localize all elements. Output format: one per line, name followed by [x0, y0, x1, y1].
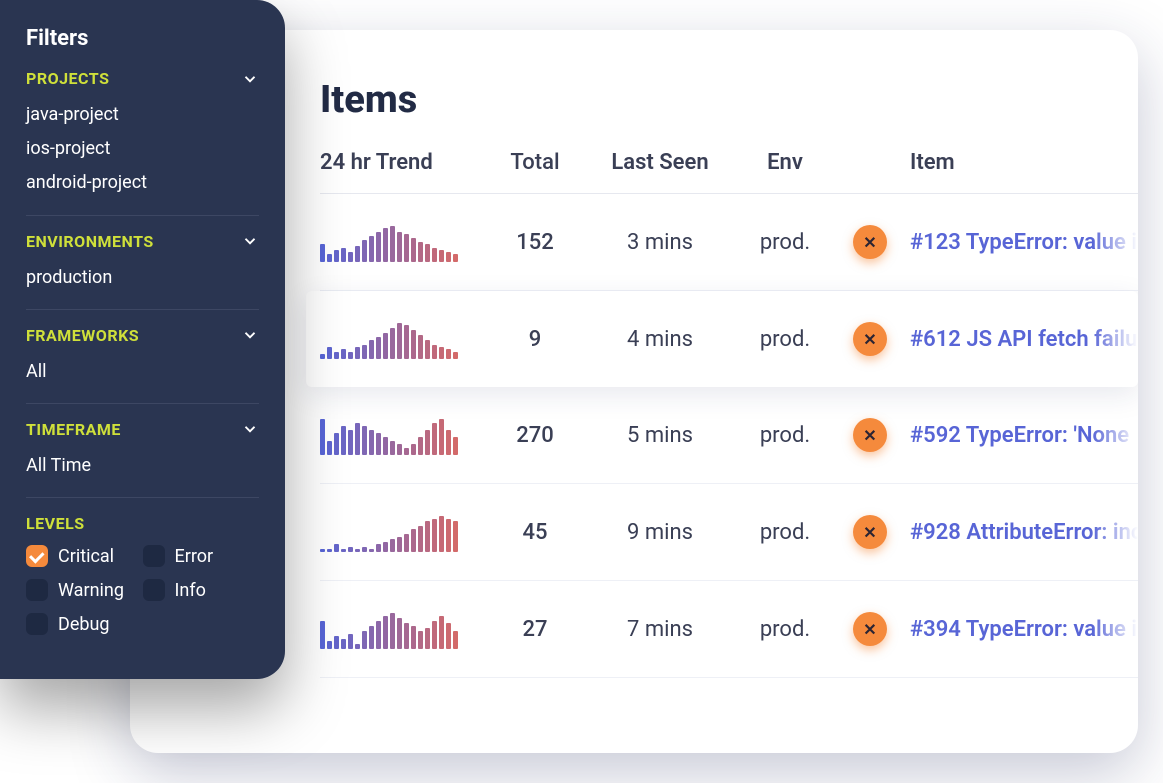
chevron-down-icon: [241, 420, 259, 438]
chevron-down-icon: [241, 232, 259, 250]
trend-sparkline: [320, 609, 480, 649]
table-row[interactable]: 152 3 mins prod. ✕ #123 TypeError: value…: [320, 194, 1138, 291]
level-label: Info: [175, 580, 206, 601]
filter-section-levels: LEVELS Critical Error Warning Info Debug: [26, 497, 259, 649]
error-icon: ✕: [853, 612, 887, 646]
section-header[interactable]: FRAMEWORKS: [26, 326, 259, 345]
section-header[interactable]: PROJECTS: [26, 69, 259, 88]
table-row[interactable]: 27 7 mins prod. ✕ #394 TypeError: value …: [320, 581, 1138, 678]
cell-env: prod.: [740, 423, 830, 448]
col-trend: 24 hr Trend: [320, 150, 480, 175]
cell-last-seen: 3 mins: [590, 230, 730, 255]
cell-last-seen: 9 mins: [590, 520, 730, 545]
col-env: Env: [740, 150, 830, 175]
section-header[interactable]: ENVIRONMENTS: [26, 232, 259, 251]
checkbox-icon: [26, 613, 48, 635]
cell-last-seen: 5 mins: [590, 423, 730, 448]
checkbox-icon: [143, 579, 165, 601]
chevron-down-icon: [241, 70, 259, 88]
section-label: FRAMEWORKS: [26, 326, 139, 345]
cell-total: 27: [490, 617, 580, 642]
filters-sidebar: Filters PROJECTS java-projectios-project…: [0, 0, 285, 679]
col-last: Last Seen: [590, 150, 730, 175]
cell-total: 9: [490, 327, 580, 352]
chevron-down-icon: [241, 326, 259, 344]
trend-sparkline: [320, 319, 480, 359]
filter-section: FRAMEWORKS All: [26, 309, 259, 403]
filter-item[interactable]: production: [26, 261, 259, 295]
cell-total: 152: [490, 230, 580, 255]
error-icon: ✕: [853, 418, 887, 452]
col-item: Item: [910, 150, 1138, 175]
level-label: Critical: [58, 546, 114, 567]
item-link[interactable]: #928 AttributeError: inc: [910, 520, 1138, 545]
cell-total: 270: [490, 423, 580, 448]
item-link[interactable]: #592 TypeError: 'None: [910, 423, 1138, 448]
cell-last-seen: 4 mins: [590, 327, 730, 352]
page-title: Items: [320, 78, 1138, 122]
section-label: ENVIRONMENTS: [26, 232, 154, 251]
error-icon: ✕: [853, 515, 887, 549]
level-checkbox[interactable]: Critical: [26, 545, 143, 567]
item-link[interactable]: #612 JS API fetch failure: [910, 327, 1138, 352]
section-label: PROJECTS: [26, 69, 109, 88]
section-label: TIMEFRAME: [26, 420, 121, 439]
cell-env: prod.: [740, 617, 830, 642]
table-row[interactable]: 9 4 mins prod. ✕ #612 JS API fetch failu…: [306, 291, 1138, 387]
trend-sparkline: [320, 415, 480, 455]
col-total: Total: [490, 150, 580, 175]
filter-section: ENVIRONMENTS production: [26, 215, 259, 309]
checkbox-icon: [143, 545, 165, 567]
level-label: Warning: [58, 580, 124, 601]
table-row[interactable]: 270 5 mins prod. ✕ #592 TypeError: 'None: [320, 387, 1138, 484]
table-header: 24 hr Trend Total Last Seen Env Item: [320, 150, 1138, 194]
cell-env: prod.: [740, 230, 830, 255]
cell-env: prod.: [740, 520, 830, 545]
filter-section: TIMEFRAME All Time: [26, 403, 259, 497]
level-label: Debug: [58, 614, 110, 635]
error-icon: ✕: [853, 322, 887, 356]
section-header-levels[interactable]: LEVELS: [26, 514, 259, 533]
cell-env: prod.: [740, 327, 830, 352]
item-link[interactable]: #123 TypeError: value is: [910, 230, 1138, 255]
section-header[interactable]: TIMEFRAME: [26, 420, 259, 439]
section-label: LEVELS: [26, 514, 85, 533]
error-icon: ✕: [853, 225, 887, 259]
filter-item[interactable]: android-project: [26, 166, 259, 200]
filter-item[interactable]: ios-project: [26, 132, 259, 166]
item-link[interactable]: #394 TypeError: value i: [910, 617, 1138, 642]
level-checkbox[interactable]: Info: [143, 579, 260, 601]
level-checkbox[interactable]: Debug: [26, 613, 143, 635]
checkbox-icon: [26, 579, 48, 601]
col-status: [840, 150, 900, 175]
level-checkbox[interactable]: Error: [143, 545, 260, 567]
filter-item[interactable]: java-project: [26, 98, 259, 132]
filter-item[interactable]: All: [26, 355, 259, 389]
cell-total: 45: [490, 520, 580, 545]
trend-sparkline: [320, 222, 480, 262]
filter-item[interactable]: All Time: [26, 449, 259, 483]
level-label: Error: [175, 546, 214, 567]
cell-last-seen: 7 mins: [590, 617, 730, 642]
checkbox-icon: [26, 545, 48, 567]
level-checkbox[interactable]: Warning: [26, 579, 143, 601]
trend-sparkline: [320, 512, 480, 552]
table-row[interactable]: 45 9 mins prod. ✕ #928 AttributeError: i…: [320, 484, 1138, 581]
filter-section: PROJECTS java-projectios-projectandroid-…: [26, 69, 259, 215]
sidebar-title: Filters: [26, 26, 259, 51]
